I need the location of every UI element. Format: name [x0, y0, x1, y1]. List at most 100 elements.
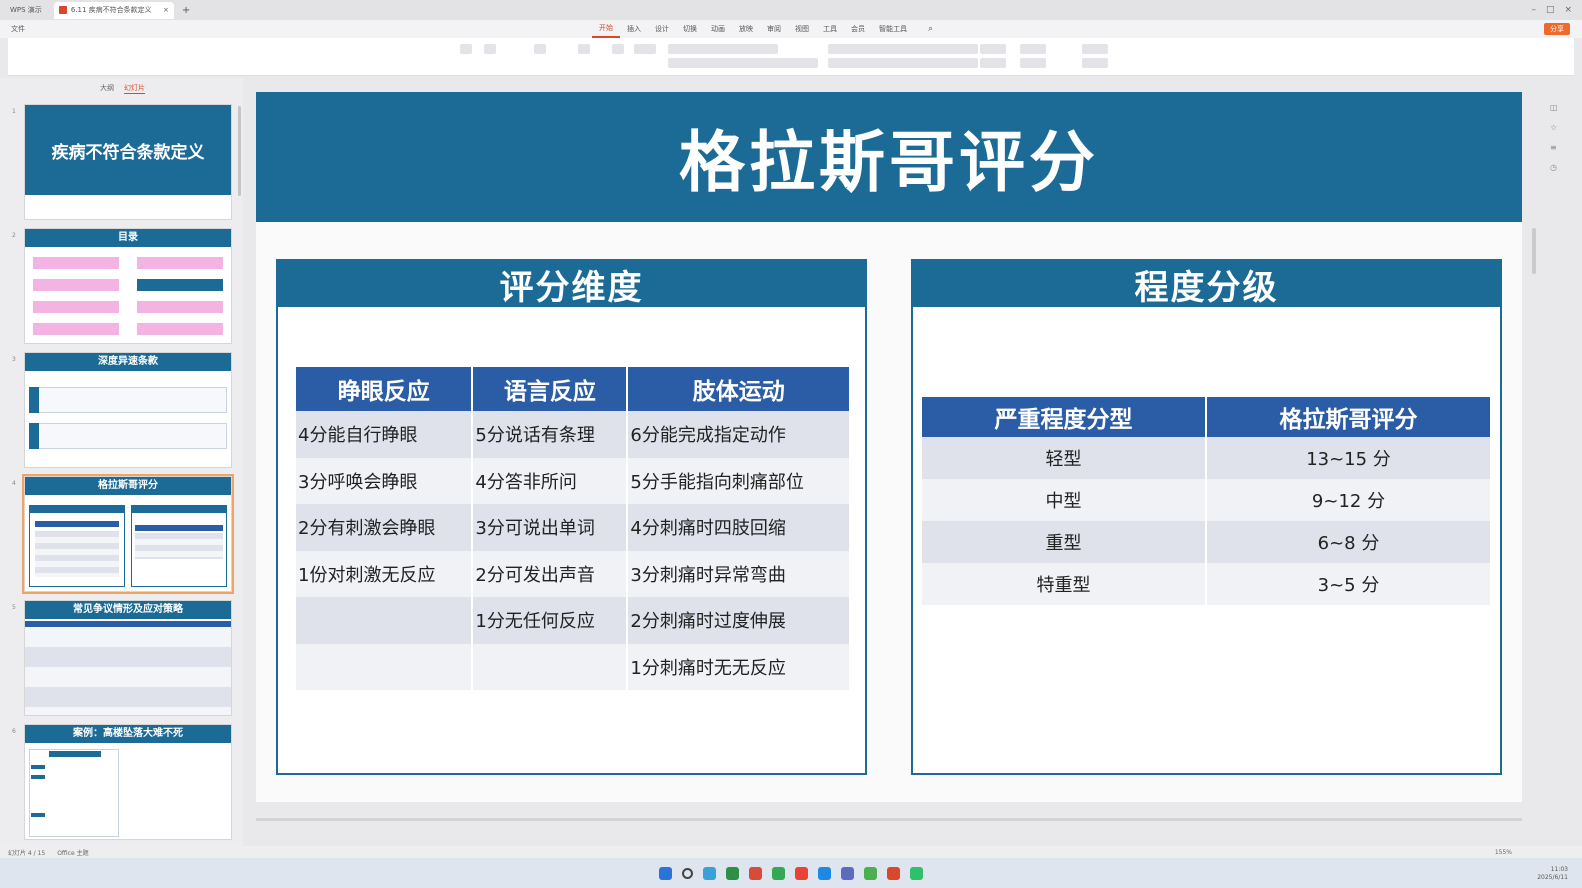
slide-thumbnail-5[interactable]: 常见争议情形及应对策略	[24, 600, 232, 716]
menu-animation-label: 动画	[711, 25, 725, 33]
maximize-icon[interactable]: □	[1546, 5, 1555, 15]
app-icon[interactable]	[749, 866, 762, 880]
severity-grading-table[interactable]: 严重程度分型 格拉斯哥评分 轻型 13~15 分 中型 9~12 分 重型 6~…	[922, 397, 1490, 605]
menu-insert[interactable]: 插入	[620, 20, 648, 38]
app-icon[interactable]	[818, 866, 831, 880]
arrange-button[interactable]	[1020, 58, 1046, 68]
thumbnail-number: 1	[12, 108, 16, 115]
share-button[interactable]: 分享	[1544, 23, 1570, 35]
theme-name[interactable]: Office 主题	[57, 848, 88, 857]
app-icon[interactable]	[864, 866, 877, 880]
thumbnail-title: 案例：高楼坠落大难不死	[25, 725, 231, 743]
document-tab-title: 6.11 疾病不符合条款定义	[70, 6, 152, 14]
new-tab-icon[interactable]: +	[182, 5, 190, 16]
file-menu[interactable]: 文件	[4, 20, 32, 38]
scoring-dimensions-panel[interactable]: 评分维度 睁眼反应 语言反应 肢体运动 4分能自行睁眼 5分说话有条理 6分能完…	[276, 259, 867, 775]
reset-button[interactable]	[634, 44, 656, 54]
document-tab[interactable]: 6.11 疾病不符合条款定义 ×	[53, 1, 174, 19]
os-taskbar: 11:03 2025/6/11	[0, 858, 1582, 888]
menu-review[interactable]: 审阅	[760, 20, 788, 38]
search-icon[interactable]	[682, 867, 693, 879]
table-cell: 1分刺痛时无无反应	[627, 643, 849, 690]
table-cell: 9~12 分	[1206, 479, 1490, 521]
slides-tab[interactable]: 幻灯片	[124, 83, 145, 94]
search-icon[interactable]: ⌕	[928, 24, 933, 34]
adjust-icon[interactable]: ≡	[1550, 138, 1558, 158]
thumbnail-title: 疾病不符合条款定义	[25, 105, 231, 195]
slide-vertical-scrollbar[interactable]	[1532, 228, 1536, 274]
thumbnail-title: 格拉斯哥评分	[25, 477, 231, 495]
slide-thumbnail-6[interactable]: 案例：高楼坠落大难不死	[24, 724, 232, 840]
table-cell: 6~8 分	[1206, 521, 1490, 563]
menu-animation[interactable]: 动画	[704, 20, 732, 38]
menu-view[interactable]: 视图	[788, 20, 816, 38]
new-slide-icon[interactable]	[484, 44, 496, 54]
start-icon[interactable]	[659, 866, 672, 880]
menu-bar: 文件 开始 插入 设计 切换 动画 放映 审阅 视图 工具 会员 智能工具 ⌕ …	[0, 20, 1582, 38]
browser-icon[interactable]	[772, 866, 785, 880]
menu-home[interactable]: 开始	[592, 20, 620, 38]
star-icon[interactable]: ☆	[1550, 118, 1558, 138]
font-name-select[interactable]	[668, 44, 778, 54]
app-tab[interactable]: WPS 演示	[4, 2, 48, 18]
clock-time: 11:03	[1550, 866, 1568, 873]
severity-grading-header: 程度分级	[913, 261, 1500, 308]
paragraph-group[interactable]	[828, 44, 978, 54]
select-button[interactable]	[1082, 58, 1108, 68]
close-window-icon[interactable]: ×	[1564, 5, 1572, 15]
table-cell: 1份对刺激无反应	[296, 550, 474, 597]
format-painter-icon[interactable]	[534, 44, 546, 54]
paste-icon[interactable]	[460, 44, 472, 54]
status-bar: 幻灯片 4 / 15 Office 主题 155%	[0, 846, 1582, 858]
table-cell: 重型	[922, 521, 1207, 563]
slide-thumbnail-1[interactable]: 疾病不符合条款定义	[24, 104, 232, 220]
slide-thumbnail-3[interactable]: 深度异速条款	[24, 352, 232, 468]
menu-slideshow[interactable]: 放映	[732, 20, 760, 38]
slide-thumbnail-4[interactable]: 格拉斯哥评分	[22, 474, 234, 594]
table-cell: 特重型	[922, 563, 1207, 605]
menu-transition[interactable]: 切换	[676, 20, 704, 38]
textbox-button[interactable]	[980, 58, 1006, 68]
slide-title-band: 格拉斯哥评分	[256, 92, 1522, 222]
menu-design[interactable]: 设计	[648, 20, 676, 38]
thumbnail-title: 深度异速条款	[25, 353, 231, 371]
alignment-group[interactable]	[828, 58, 978, 68]
properties-icon[interactable]: ◫	[1550, 98, 1558, 118]
clock-icon[interactable]: ◷	[1550, 158, 1558, 178]
menu-tools[interactable]: 工具	[816, 20, 844, 38]
slide-canvas[interactable]: 格拉斯哥评分 评分维度 睁眼反应 语言反应 肢体运动 4分能自行睁眼 5分说话有…	[256, 92, 1522, 802]
minimize-icon[interactable]: –	[1531, 5, 1536, 15]
table-row: 重型 6~8 分	[922, 521, 1490, 563]
table-cell: 2分刺痛时过度伸展	[627, 597, 849, 644]
shape-button[interactable]	[980, 44, 1006, 54]
explorer-icon[interactable]	[703, 866, 716, 880]
slide-horizontal-scrollbar[interactable]	[256, 818, 1522, 821]
menu-transition-label: 切换	[683, 25, 697, 33]
app-tab-label: WPS 演示	[10, 6, 42, 14]
zoom-level[interactable]: 155%	[1495, 849, 1512, 856]
app-icon[interactable]	[841, 866, 854, 880]
app-icon[interactable]	[726, 866, 739, 880]
slide-thumbnail-2[interactable]: 目录	[24, 228, 232, 344]
slide-thumbnail-pane: 大纲 幻灯片 1 疾病不符合条款定义 2 目录 3 深度异速条款 4 格拉斯哥评…	[0, 78, 243, 846]
section-icon[interactable]	[612, 44, 624, 54]
menu-smart-tools-label: 智能工具	[879, 25, 907, 33]
chat-icon[interactable]	[910, 866, 923, 880]
scoring-dimensions-table[interactable]: 睁眼反应 语言反应 肢体运动 4分能自行睁眼 5分说话有条理 6分能完成指定动作…	[296, 367, 849, 690]
close-tab-icon[interactable]: ×	[163, 6, 169, 14]
table-row: 中型 9~12 分	[922, 479, 1490, 521]
layout-icon[interactable]	[578, 44, 590, 54]
find-button[interactable]	[1082, 44, 1108, 54]
severity-grading-panel[interactable]: 程度分级 严重程度分型 格拉斯哥评分 轻型 13~15 分 中型 9~12 分 …	[911, 259, 1502, 775]
menu-member[interactable]: 会员	[844, 20, 872, 38]
font-format-group[interactable]	[668, 58, 818, 68]
system-clock[interactable]: 11:03 2025/6/11	[1537, 866, 1568, 882]
column-header: 严重程度分型	[922, 397, 1207, 437]
wps-presentation-icon[interactable]	[887, 866, 900, 880]
outline-tab[interactable]: 大纲	[100, 83, 114, 94]
picture-button[interactable]	[1020, 44, 1046, 54]
menu-smart-tools[interactable]: 智能工具	[872, 20, 914, 38]
thumbnail-scrollbar[interactable]	[238, 106, 241, 196]
browser-icon[interactable]	[795, 866, 808, 880]
slide-title[interactable]: 格拉斯哥评分	[679, 109, 1099, 205]
